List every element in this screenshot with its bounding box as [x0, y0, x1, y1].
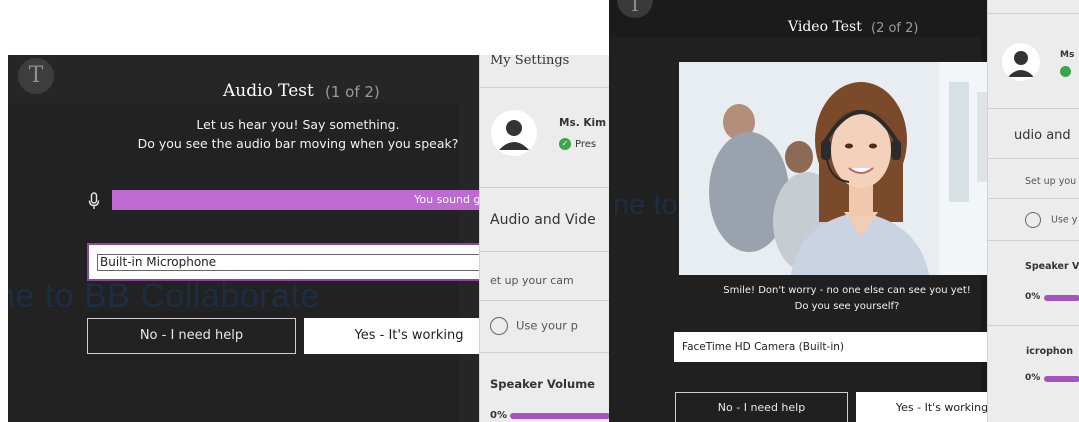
camera-select-value: FaceTime HD Camera (Built-in): [682, 341, 845, 353]
use-phone-option[interactable]: Use y: [1025, 212, 1077, 228]
user-silhouette-icon: [499, 120, 529, 150]
microphone-volume-label: icrophon: [1026, 346, 1073, 357]
divider: [480, 251, 609, 252]
divider: [988, 240, 1079, 241]
user-status: ✓ Pres: [559, 138, 596, 150]
divider: [480, 87, 609, 88]
avatar: [491, 110, 537, 156]
divider: [988, 158, 1079, 159]
background-welcome-text: ne to BB Collaborate: [8, 277, 320, 315]
speaker-volume-slider[interactable]: [510, 413, 609, 419]
user-name: Ms: [1060, 50, 1075, 60]
speaker-volume-slider[interactable]: [1044, 295, 1079, 301]
user-name: Ms. Kim: [559, 117, 607, 129]
instruction-line-1: Let us hear you! Say something.: [196, 117, 400, 132]
audio-test-step: (1 of 2): [325, 83, 380, 101]
video-test-screen: T ne to Video Test (2 of 2) Smile! Don't…: [609, 0, 1079, 422]
camera-preview: [679, 62, 1015, 275]
divider: [480, 300, 609, 301]
divider: [988, 108, 1079, 109]
audio-test-screen: ne to BB Collaborate T Audio Test (1 of …: [8, 55, 609, 422]
background-welcome-text: ne to: [613, 189, 678, 221]
speaker-volume-label: Speaker Volume: [490, 377, 595, 391]
app-logo-icon: T: [617, 0, 653, 18]
use-phone-label: Use your p: [516, 318, 578, 333]
check-icon: ✓: [559, 138, 571, 150]
user-silhouette-icon: [1008, 51, 1034, 77]
microphone-select-value: Built-in Microphone: [97, 254, 493, 271]
caption-line-2: Do you see yourself?: [794, 301, 900, 312]
audio-test-title: Audio Test: [223, 81, 314, 101]
divider: [988, 198, 1079, 199]
speaker-volume-percent: 0%: [1025, 292, 1041, 302]
microphone-volume-percent: 0%: [1025, 373, 1041, 383]
use-phone-option[interactable]: Use your p: [490, 317, 578, 335]
video-test-title: Video Test: [788, 19, 862, 35]
speaker-volume-label: Speaker Vo: [1025, 261, 1079, 272]
status-available-icon: [1060, 66, 1071, 77]
my-settings-panel: Ms udio and Set up you Use y Speaker Vo …: [987, 0, 1079, 422]
microphone-select[interactable]: Built-in Microphone ▼: [87, 243, 515, 281]
divider: [988, 13, 1079, 14]
microphone-icon: [88, 192, 100, 209]
avatar: [1002, 43, 1040, 81]
no-need-help-button[interactable]: No - I need help: [675, 392, 848, 422]
user-status-text: Pres: [575, 139, 597, 150]
divider: [988, 325, 1079, 326]
no-need-help-button[interactable]: No - I need help: [87, 318, 296, 354]
divider: [480, 352, 609, 353]
setup-camera-link[interactable]: Set up you: [1025, 176, 1076, 187]
caption-line-1: Smile! Don't worry - no one else can see…: [723, 285, 971, 296]
camera-preview-image: [679, 62, 1015, 275]
speaker-volume-percent: 0%: [490, 410, 507, 421]
phone-icon: [490, 317, 508, 335]
divider: [480, 187, 609, 188]
audio-test-instructions: Let us hear you! Say something. Do you s…: [128, 115, 468, 153]
audio-video-heading: udio and: [1014, 128, 1071, 143]
audio-video-heading: Audio and Vide: [490, 212, 596, 228]
app-logo-icon: T: [18, 58, 54, 94]
camera-caption: Smile! Don't worry - no one else can see…: [679, 283, 1015, 315]
instruction-line-2: Do you see the audio bar moving when you…: [137, 136, 459, 151]
setup-camera-link[interactable]: et up your cam: [490, 274, 574, 287]
use-phone-label: Use y: [1051, 214, 1078, 226]
my-settings-title: My Settings: [490, 55, 570, 68]
audio-level-meter: You sound great!: [112, 190, 514, 210]
camera-select[interactable]: FaceTime HD Camera (Built-in) ▼: [674, 332, 1029, 362]
microphone-volume-slider[interactable]: [1044, 376, 1079, 382]
my-settings-panel: My Settings Ms. Kim ✓ Pres Audio and Vide…: [479, 55, 609, 422]
phone-icon: [1025, 212, 1041, 228]
video-test-step: (2 of 2): [871, 21, 919, 36]
